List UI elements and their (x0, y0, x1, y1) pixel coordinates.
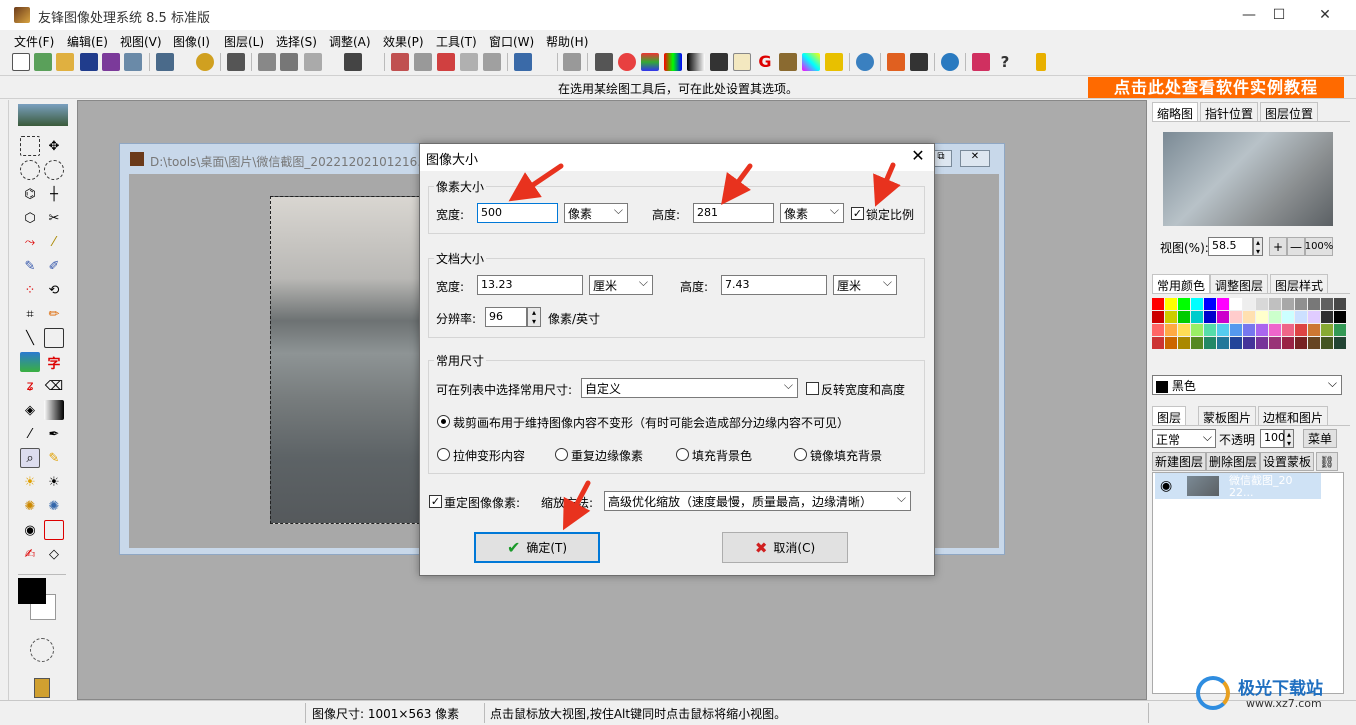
annotation-arrows (508, 162, 901, 531)
arrow-to-ok (562, 480, 591, 531)
arrow-to-lock-ratio (873, 162, 901, 207)
arrow-to-height (721, 163, 753, 206)
arrow-to-width (508, 163, 564, 202)
